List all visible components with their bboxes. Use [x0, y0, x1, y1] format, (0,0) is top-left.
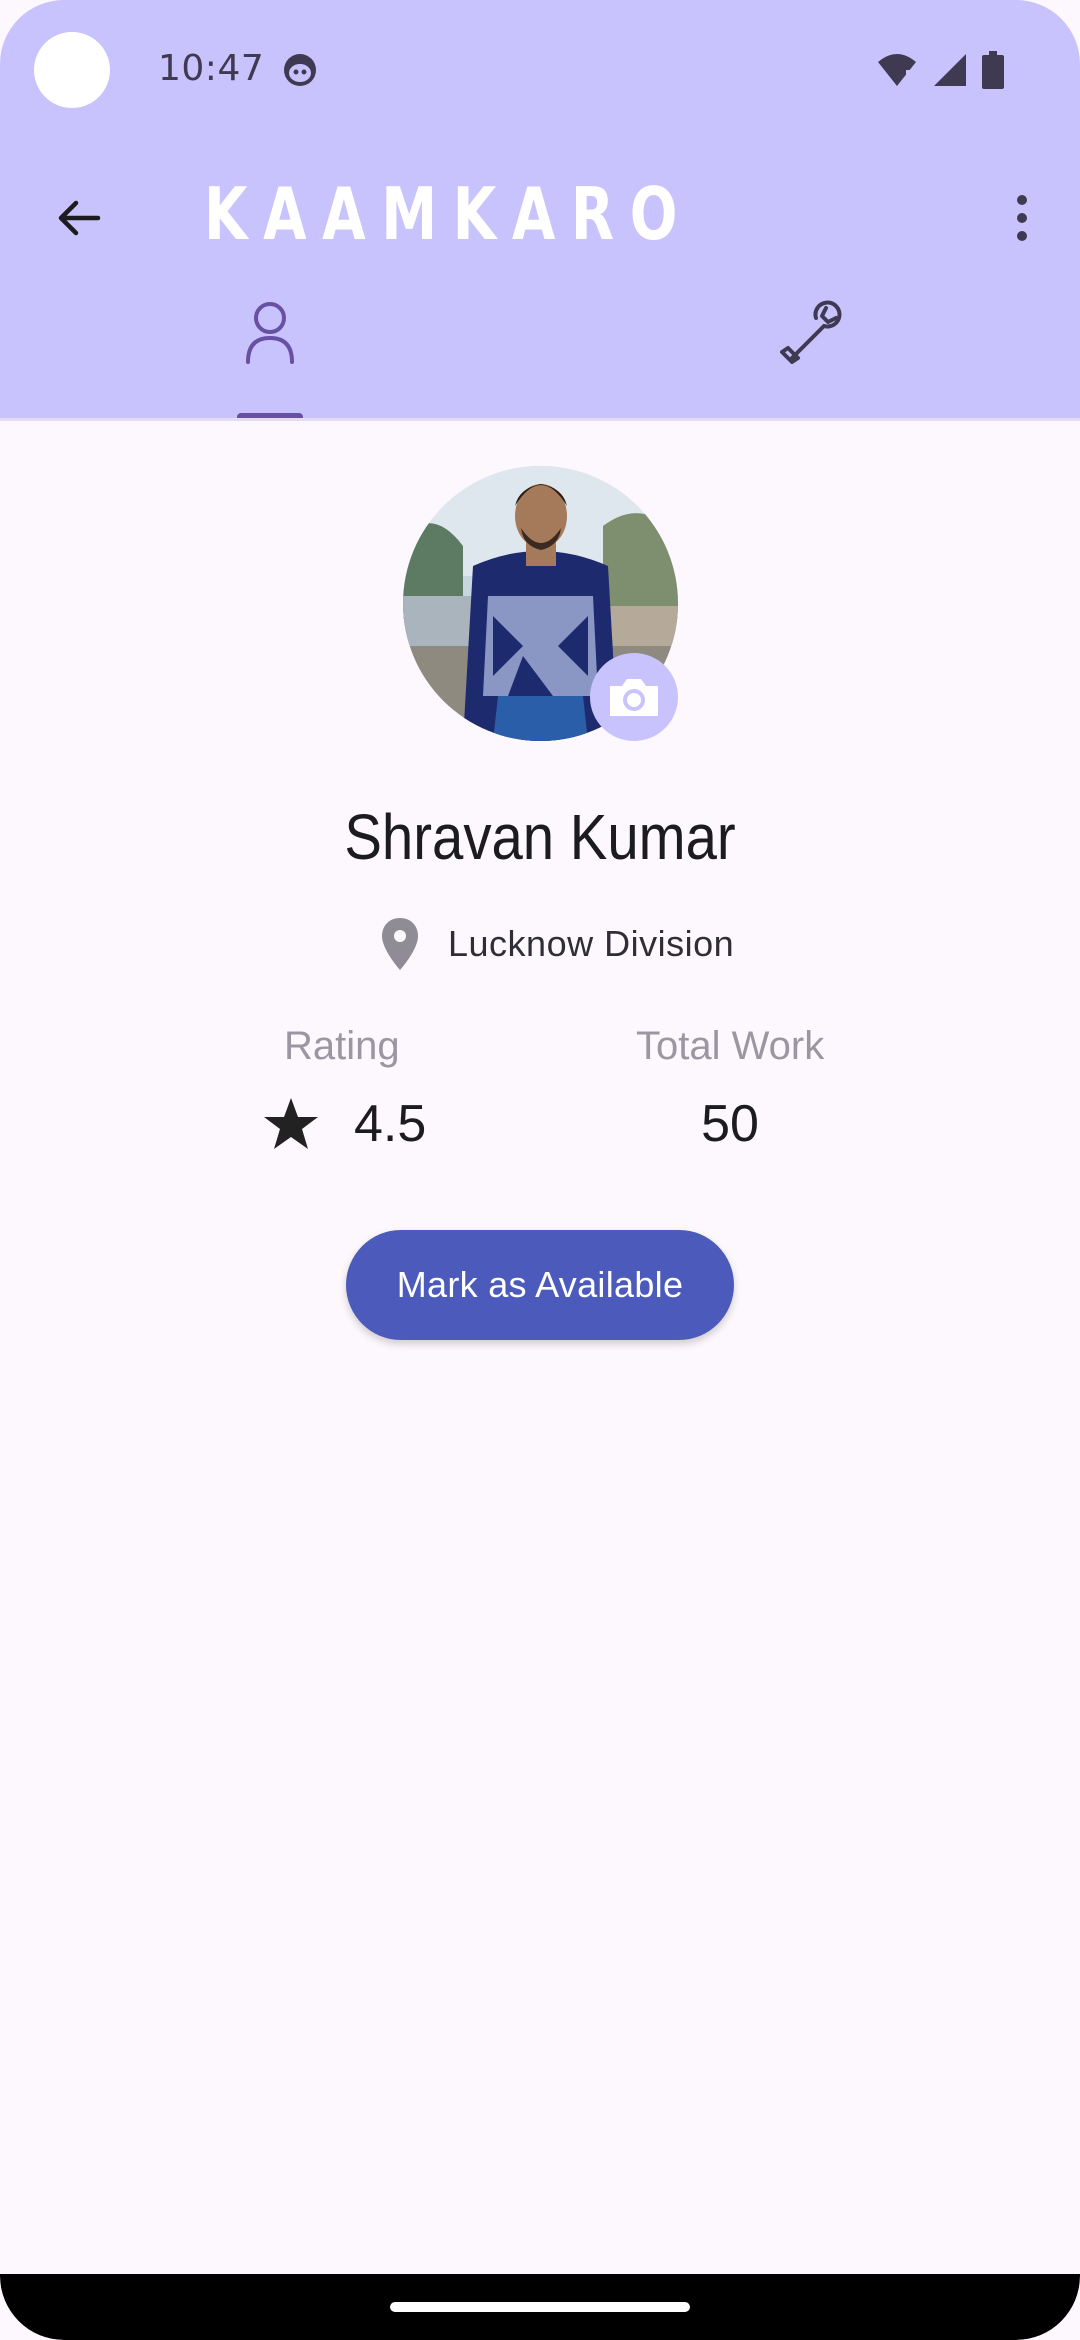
status-bar: 10:47 [0, 0, 1080, 140]
app-title: KAAMKARO [204, 172, 694, 256]
more-options-button[interactable] [984, 180, 1060, 256]
status-icons [876, 50, 1004, 90]
total-work-value: 50 [701, 1095, 759, 1153]
header-divider [0, 418, 1080, 421]
location-pin-icon [382, 918, 418, 970]
home-gesture-handle[interactable] [390, 2302, 690, 2312]
status-time: 10:47 [158, 48, 265, 89]
avatar-container [403, 466, 678, 741]
toolbar: KAAMKARO [0, 150, 1080, 280]
tab-tools[interactable] [740, 300, 880, 420]
profile-name: Shravan Kumar [344, 801, 736, 873]
tab-bar [0, 300, 1080, 420]
change-photo-button[interactable] [590, 653, 678, 741]
notification-icon [284, 54, 316, 86]
camera-cutout [34, 32, 110, 108]
signal-icon [934, 54, 966, 86]
total-work-label: Total Work [636, 1024, 825, 1068]
back-button[interactable] [40, 180, 116, 256]
app-header: 10:47 KAAMKARO [0, 0, 1080, 420]
location-row: Lucknow Division [380, 912, 734, 976]
location-text: Lucknow Division [448, 923, 735, 964]
battery-icon [982, 51, 1004, 89]
person-icon [246, 302, 294, 364]
wrench-icon [780, 300, 842, 364]
mark-available-button[interactable]: Mark as Available [346, 1230, 734, 1340]
camera-icon [610, 679, 658, 716]
wifi-icon [878, 54, 916, 86]
more-vert-icon [1017, 195, 1027, 241]
tab-profile[interactable] [200, 300, 340, 420]
app-screen: 10:47 KAAMKARO Shravan Kumar Lucknow Div… [0, 0, 1080, 2340]
rating-label: Rating [284, 1024, 400, 1068]
arrow-back-icon [58, 200, 101, 236]
